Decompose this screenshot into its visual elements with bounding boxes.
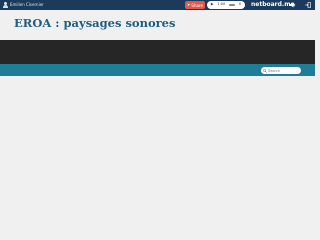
- brand-logo[interactable]: netboard.me: [251, 0, 295, 10]
- user-menu[interactable]: Emilien Cisernier: [3, 0, 44, 10]
- share-button[interactable]: ➤ Share: [185, 1, 205, 9]
- search-input[interactable]: [268, 67, 300, 74]
- player-time: 1:00: [217, 2, 226, 7]
- user-name: Emilien Cisernier: [10, 2, 44, 7]
- share-icon: ➤: [187, 2, 191, 7]
- user-icon: [3, 2, 8, 8]
- audio-player[interactable]: ▶ 1:00 0: [207, 1, 245, 9]
- play-icon[interactable]: ▶: [211, 3, 214, 7]
- share-label: Share: [191, 2, 203, 8]
- player-count: 0: [238, 2, 242, 7]
- page-title: EROA : paysages sonores: [14, 16, 176, 30]
- top-bar: Emilien Cisernier ➤ Share ▶ 1:00 0 netbo…: [0, 0, 315, 10]
- search-icon: [263, 68, 267, 73]
- banner: [0, 40, 315, 64]
- search-box[interactable]: [261, 67, 301, 74]
- player-track[interactable]: [229, 4, 236, 6]
- board-canvas: [0, 76, 315, 210]
- login-icon[interactable]: [305, 2, 311, 8]
- volume-icon[interactable]: [290, 2, 296, 8]
